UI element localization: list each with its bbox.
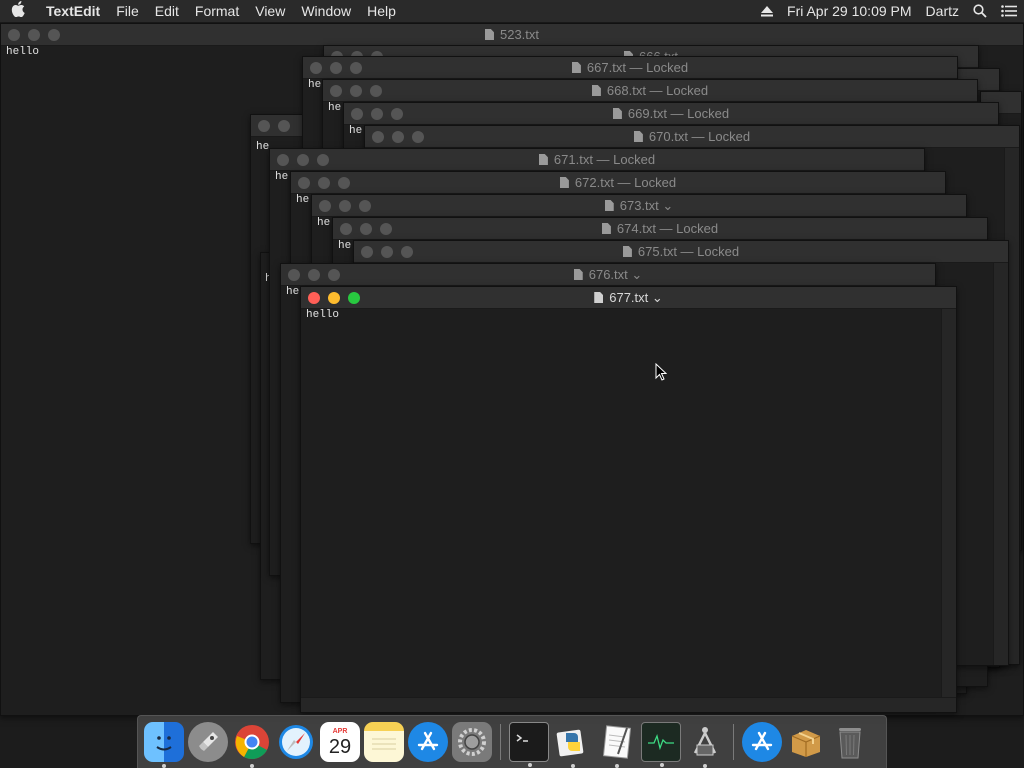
desktop: TextEdit File Edit Format View Window He… xyxy=(0,0,1024,768)
eject-icon[interactable] xyxy=(754,5,780,17)
python-icon[interactable] xyxy=(553,722,593,768)
document-icon xyxy=(633,131,643,142)
menu-view[interactable]: View xyxy=(247,0,293,22)
menu-app-name[interactable]: TextEdit xyxy=(36,0,108,22)
document-text[interactable]: he xyxy=(349,125,362,137)
close-button[interactable] xyxy=(258,120,270,132)
document-icon xyxy=(594,292,604,303)
safari-icon[interactable] xyxy=(276,722,316,762)
horizontal-scrollbar[interactable] xyxy=(301,697,956,712)
apple-menu-icon[interactable] xyxy=(0,0,36,22)
app-store-icon[interactable] xyxy=(408,722,448,762)
running-indicator xyxy=(250,764,254,768)
running-indicator xyxy=(162,764,166,768)
calendar-day: 29 xyxy=(328,735,352,758)
document-text[interactable]: hello xyxy=(6,46,39,58)
document-icon xyxy=(601,223,611,234)
dock-separator xyxy=(733,724,734,760)
running-indicator xyxy=(660,763,664,767)
spotlight-search-icon[interactable] xyxy=(966,4,994,18)
menu-format[interactable]: Format xyxy=(187,0,247,22)
window-title: 667.txt — Locked xyxy=(586,60,689,75)
titlebar[interactable]: 675.txt — Locked xyxy=(354,241,1008,263)
titlebar[interactable]: 677.txt ⌄ xyxy=(301,287,956,309)
menu-edit[interactable]: Edit xyxy=(147,0,187,22)
titlebar[interactable]: 523.txt xyxy=(1,24,1023,46)
document-icon xyxy=(484,29,494,40)
window-title: 523.txt xyxy=(499,27,540,42)
notes-icon[interactable] xyxy=(364,722,404,762)
window-title: 668.txt — Locked xyxy=(606,83,709,98)
document-icon xyxy=(538,154,548,165)
window-title: 675.txt — Locked xyxy=(637,244,740,259)
finder-icon[interactable] xyxy=(144,722,184,768)
document-icon xyxy=(559,177,569,188)
clock[interactable]: Fri Apr 29 10:09 PM xyxy=(780,0,919,22)
activity-monitor-icon[interactable] xyxy=(641,722,681,767)
titlebar[interactable]: 676.txt ⌄ xyxy=(281,264,935,286)
running-indicator xyxy=(571,764,575,768)
titlebar[interactable]: 670.txt — Locked xyxy=(365,126,1019,148)
mouse-cursor-icon xyxy=(655,362,668,386)
dock-separator xyxy=(500,724,501,760)
dock: APR 29 xyxy=(137,715,887,768)
titlebar[interactable]: 667.txt — Locked xyxy=(303,57,957,79)
window-title: 669.txt — Locked xyxy=(627,106,730,121)
installer-package-icon[interactable] xyxy=(786,722,826,762)
document-text[interactable]: he xyxy=(275,171,288,183)
directory-utility-icon[interactable] xyxy=(685,722,725,768)
window-title[interactable]: 677.txt ⌄ xyxy=(609,290,663,305)
document-text[interactable]: he xyxy=(296,194,309,206)
app-store-icon[interactable] xyxy=(742,722,782,762)
document-icon xyxy=(604,200,614,211)
textedit-icon[interactable] xyxy=(597,722,637,768)
titlebar[interactable]: 673.txt ⌄ xyxy=(312,195,966,217)
titlebar[interactable]: 671.txt — Locked xyxy=(270,149,924,171)
trash-icon[interactable] xyxy=(830,722,870,762)
minimize-button[interactable] xyxy=(278,120,290,132)
window-title: 676.txt ⌄ xyxy=(588,267,643,282)
document-icon xyxy=(571,62,581,73)
window-title: 673.txt ⌄ xyxy=(619,198,674,213)
document-text[interactable]: he xyxy=(328,102,341,114)
titlebar[interactable]: 674.txt — Locked xyxy=(333,218,987,240)
chrome-icon[interactable] xyxy=(232,722,272,768)
running-indicator xyxy=(615,764,619,768)
running-indicator xyxy=(528,763,532,767)
document-icon xyxy=(612,108,622,119)
menu-help[interactable]: Help xyxy=(359,0,404,22)
system-preferences-icon[interactable] xyxy=(452,722,492,762)
running-indicator xyxy=(703,764,707,768)
calendar-month: APR xyxy=(332,727,348,735)
document-icon xyxy=(591,85,601,96)
window-title: 670.txt — Locked xyxy=(648,129,751,144)
launchpad-icon[interactable] xyxy=(188,722,228,762)
window-677[interactable]: 677.txt ⌄ hello xyxy=(300,286,957,713)
terminal-icon[interactable] xyxy=(509,722,549,767)
document-text[interactable]: hello xyxy=(306,309,339,321)
vertical-scrollbar[interactable] xyxy=(993,263,1008,665)
document-text[interactable]: he xyxy=(286,286,299,298)
user-name[interactable]: Dartz xyxy=(919,0,966,22)
document-text[interactable]: he xyxy=(317,217,330,229)
titlebar[interactable]: 669.txt — Locked xyxy=(344,103,998,125)
window-title: 671.txt — Locked xyxy=(553,152,656,167)
menu-window[interactable]: Window xyxy=(293,0,359,22)
window-title: 672.txt — Locked xyxy=(574,175,677,190)
titlebar[interactable]: 668.txt — Locked xyxy=(323,80,977,102)
window-title: 674.txt — Locked xyxy=(616,221,719,236)
menu-bar: TextEdit File Edit Format View Window He… xyxy=(0,0,1024,22)
document-text[interactable]: he xyxy=(308,79,321,91)
document-icon xyxy=(622,246,632,257)
document-text[interactable]: he xyxy=(338,240,351,252)
notification-center-icon[interactable] xyxy=(994,5,1024,17)
menu-file[interactable]: File xyxy=(108,0,147,22)
document-text[interactable]: he xyxy=(256,141,269,153)
calendar-icon[interactable]: APR 29 xyxy=(320,722,360,762)
titlebar[interactable] xyxy=(251,115,309,137)
titlebar[interactable]: 672.txt — Locked xyxy=(291,172,945,194)
vertical-scrollbar[interactable] xyxy=(941,309,956,697)
document-icon xyxy=(573,269,583,280)
